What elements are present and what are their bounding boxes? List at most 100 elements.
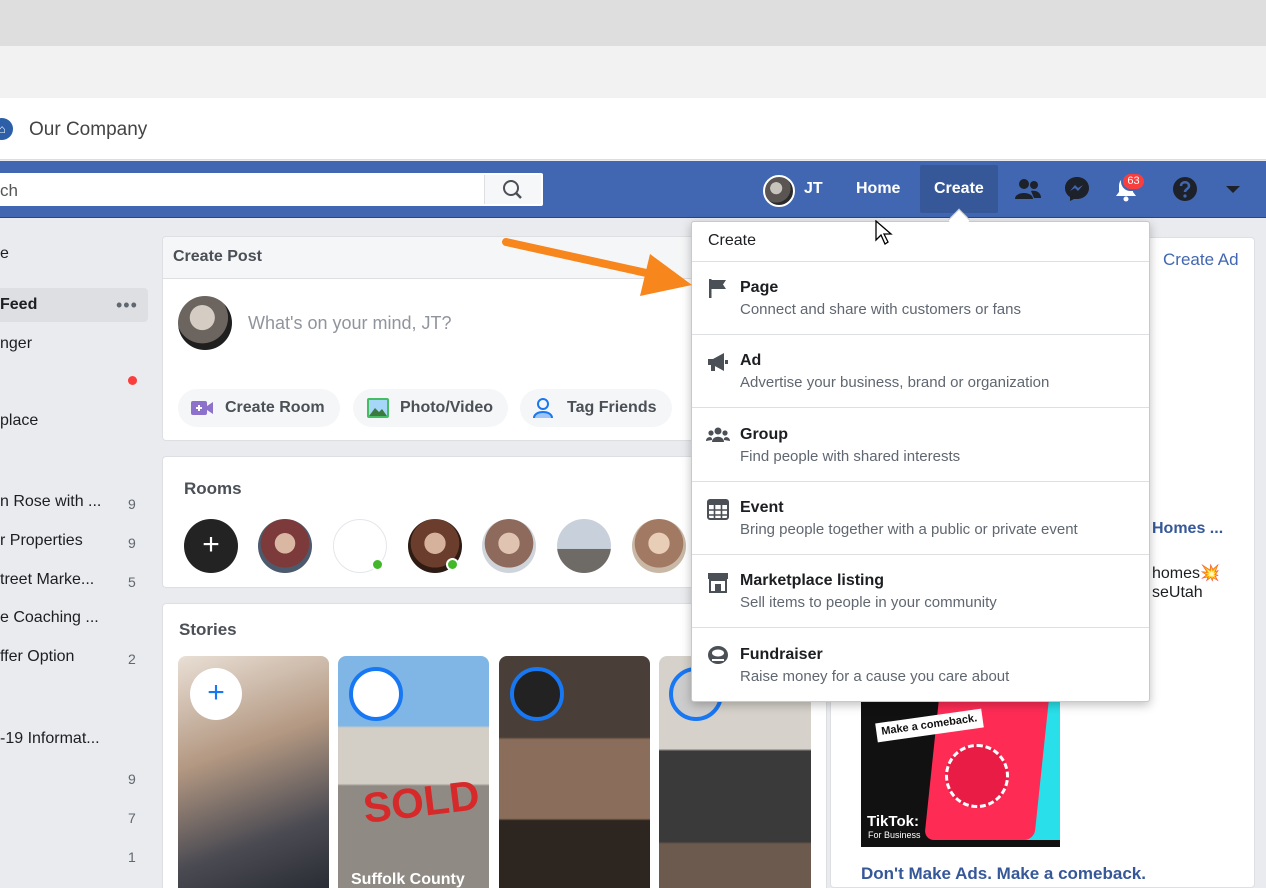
fundraiser-icon <box>708 646 728 664</box>
sidebar-item-count: 7 <box>128 810 136 826</box>
sidebar-item-marketplace[interactable]: place <box>0 404 148 438</box>
sidebar-item-label: treet Marke... <box>0 571 95 588</box>
sidebar-item-count: 9 <box>128 496 136 512</box>
sidebar-item-count: 5 <box>128 574 136 590</box>
sidebar-item[interactable]: 1 <box>0 838 148 872</box>
menu-item-title: Page <box>740 279 779 296</box>
sidebar-item-label: nger <box>0 335 33 352</box>
sidebar-item[interactable]: e <box>0 237 148 271</box>
status-input[interactable]: What's on your mind, JT? <box>248 313 452 334</box>
sidebar-item-label: n Rose with ... <box>0 493 102 510</box>
sidebar-item[interactable]: ffer Option 2 <box>0 640 148 674</box>
annotation-arrow-icon <box>502 238 692 296</box>
more-options-icon[interactable]: ••• <box>116 295 138 316</box>
search-icon <box>503 180 522 199</box>
sidebar-item-label: -19 Informat... <box>0 730 100 747</box>
room-avatar[interactable] <box>557 519 611 573</box>
create-ad-link[interactable]: Create Ad <box>1163 250 1239 270</box>
menu-item-desc: Find people with shared interests <box>740 448 961 465</box>
story-caption: Suffolk County <box>351 871 465 888</box>
create-post-title: Create Post <box>173 248 262 265</box>
create-room-label: Create Room <box>225 399 325 416</box>
menu-item-title: Group <box>740 426 788 443</box>
sidebar-item[interactable]: n Rose with ... 9 <box>0 485 148 519</box>
room-avatar[interactable] <box>482 519 536 573</box>
menu-item-desc: Raise money for a cause you care about <box>740 668 1010 685</box>
search-button[interactable] <box>484 175 541 204</box>
sidebar-item-label: place <box>0 412 39 429</box>
add-story-button[interactable]: + <box>190 668 242 720</box>
search-box[interactable] <box>0 173 543 206</box>
online-dot <box>371 558 384 571</box>
sidebar-item-messenger[interactable]: nger <box>0 327 148 361</box>
menu-item-desc: Connect and share with customers or fans <box>740 301 1021 318</box>
menu-item-event[interactable] <box>692 482 1149 554</box>
sponsored-text-line: seUtah <box>1152 584 1203 601</box>
sidebar-item-count: 9 <box>128 535 136 551</box>
sidebar-item-count: 2 <box>128 651 136 667</box>
sidebar-item[interactable]: -19 Informat... <box>0 722 148 756</box>
sidebar-item[interactable]: r Properties 9 <box>0 524 148 558</box>
browser-toolbar <box>0 46 1266 98</box>
create-button[interactable]: Create <box>934 180 984 198</box>
menu-item-group[interactable] <box>692 408 1149 480</box>
messenger-icon[interactable] <box>1063 175 1091 203</box>
story-avatar <box>349 667 403 721</box>
search-input[interactable]: ch <box>0 181 18 201</box>
menu-item-page[interactable] <box>692 262 1149 334</box>
friends-icon[interactable] <box>1014 175 1042 203</box>
online-dot <box>446 558 459 571</box>
profile-avatar[interactable] <box>763 175 795 207</box>
menu-item-desc: Bring people together with a public or p… <box>740 521 1078 538</box>
story-avatar <box>510 667 564 721</box>
sidebar-item-label: e <box>0 245 9 262</box>
caret-down-icon[interactable] <box>1226 186 1240 193</box>
notification-badge: 63 <box>1121 172 1146 191</box>
menu-item-title: Marketplace listing <box>740 572 885 589</box>
sidebar-item-count: 9 <box>128 771 136 787</box>
sidebar-item-count: 1 <box>128 849 136 865</box>
shop-icon <box>708 573 728 593</box>
menu-item-desc: Advertise your business, brand or organi… <box>740 374 1050 391</box>
sidebar-item[interactable] <box>0 365 148 399</box>
sidebar-item[interactable]: 9 <box>0 760 148 794</box>
profile-name-link[interactable]: JT <box>804 180 823 198</box>
stories-title: Stories <box>179 620 237 639</box>
create-room-avatar[interactable]: + <box>184 519 238 573</box>
mouse-cursor-icon <box>875 220 893 245</box>
avatar[interactable] <box>178 296 232 350</box>
sidebar-item[interactable]: treet Marke... 5 <box>0 563 148 597</box>
create-menu-header: Create <box>708 232 757 249</box>
menu-item-marketplace-listing[interactable] <box>692 555 1149 627</box>
rooms-title: Rooms <box>184 479 242 498</box>
help-icon[interactable] <box>1171 175 1199 203</box>
room-avatar[interactable] <box>258 519 312 573</box>
menu-item-title: Fundraiser <box>740 646 823 663</box>
sponsored-page-link[interactable]: Homes ... <box>1152 520 1223 538</box>
tag-friends-icon <box>533 398 553 419</box>
menu-item-title: Ad <box>740 352 762 369</box>
calendar-icon <box>707 499 729 520</box>
menu-item-ad[interactable] <box>692 335 1149 407</box>
sidebar-item-label: r Properties <box>0 532 83 549</box>
bookmark-our-company[interactable]: Our Company <box>29 119 147 141</box>
ad-brand: TikTok: <box>867 813 919 830</box>
photo-icon <box>367 398 389 418</box>
ad-image-badge <box>945 744 1009 808</box>
sidebar-item-label: Feed <box>0 296 38 313</box>
flag-icon <box>709 279 726 298</box>
sidebar-item[interactable]: 7 <box>0 799 148 833</box>
room-avatar[interactable] <box>632 519 686 573</box>
menu-item-fundraiser[interactable] <box>692 628 1149 700</box>
ad-title-link[interactable]: Don't Make Ads. Make a comeback. <box>861 864 1146 884</box>
sidebar-item-label: e Coaching ... <box>0 609 99 626</box>
sponsored-text-line: homes💥 <box>1152 565 1220 582</box>
unread-dot <box>128 376 137 385</box>
browser-tab-strip <box>0 0 1266 46</box>
group-icon <box>706 427 730 442</box>
sidebar-item[interactable]: e Coaching ... <box>0 601 148 635</box>
menu-item-desc: Sell items to people in your community <box>740 594 997 611</box>
photo-video-label: Photo/Video <box>400 399 494 416</box>
home-link[interactable]: Home <box>856 180 900 198</box>
menu-item-title: Event <box>740 499 784 516</box>
